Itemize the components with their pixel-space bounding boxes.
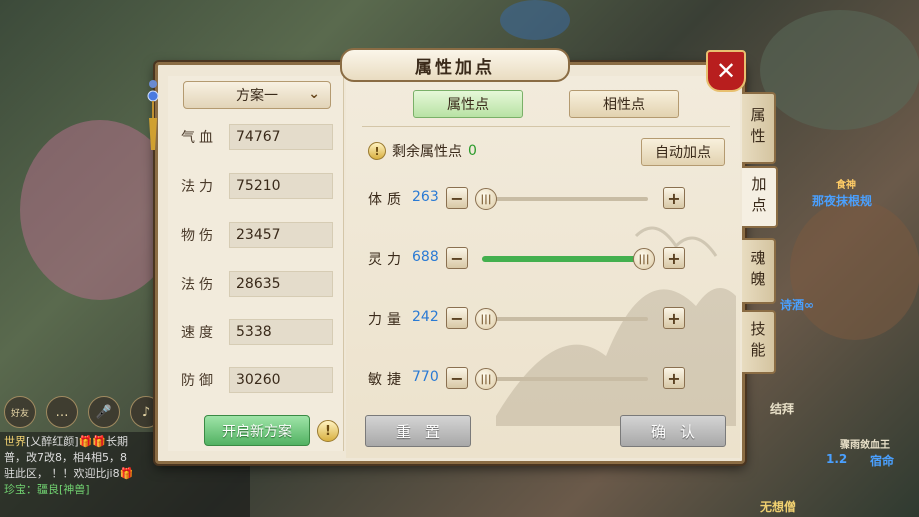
attr-value: 770 (412, 369, 439, 385)
auto-allocate-button[interactable]: 自动加点 (641, 138, 725, 166)
info-icon[interactable]: ! (317, 420, 339, 442)
attr-row-strength: 力量 242 − ||| + (368, 305, 688, 331)
stat-value: 28635 (229, 271, 333, 297)
reset-button[interactable]: 重置 (365, 415, 471, 447)
stat-row-speed: 速度 5338 (181, 319, 333, 345)
chat-text: [乂醉红颜]🎁🎁长期 (26, 435, 128, 448)
minus-button[interactable]: − (446, 187, 468, 209)
stat-label: 气血 (181, 130, 217, 146)
close-icon: ✕ (715, 57, 737, 85)
stat-value: 5338 (229, 319, 333, 345)
attr-label: 灵力 (368, 252, 406, 268)
tassel-decoration-icon (147, 80, 159, 150)
stat-label: 速度 (181, 325, 217, 341)
info-icon: ! (368, 142, 386, 160)
slider-track[interactable] (482, 197, 648, 201)
chat-text: 驻此区， ！！欢迎比ji8🎁 (4, 467, 134, 480)
stat-row-hp: 气血 74767 (181, 124, 333, 150)
stat-row-defense: 防御 30260 (181, 367, 333, 393)
scene-label-king: 骤雨敛血王 (840, 440, 890, 451)
attr-row-constitution: 体质 263 − ||| + (368, 185, 688, 211)
remaining-value: 0 (468, 143, 477, 159)
tab-attribute-points[interactable]: 属性点 (413, 90, 523, 118)
chat-line: 珍宝：疆良[神兽] (4, 482, 246, 498)
chat-channel-tag: 世界 (4, 435, 26, 448)
minus-button[interactable]: − (446, 367, 468, 389)
stat-label: 法伤 (181, 277, 217, 293)
minus-button[interactable]: − (446, 307, 468, 329)
scene-label-shijiu: 诗酒∞ (780, 298, 814, 312)
scheme-dropdown[interactable]: 方案一 ⌄ (183, 81, 331, 109)
scene-label-name: 那夜抹根规 (812, 194, 873, 208)
microphone-icon[interactable]: 🎤 (88, 396, 120, 428)
bottom-toolbar: 好友 … 🎤 ♪ (4, 396, 162, 428)
stat-label: 法力 (181, 179, 217, 195)
scene-label-level: 1.2 (826, 452, 848, 466)
stat-value: 30260 (229, 367, 333, 393)
chat-bubble-icon[interactable]: … (46, 396, 78, 428)
attr-row-spirit: 灵力 688 − ||| + (368, 245, 688, 271)
stat-value: 23457 (229, 222, 333, 248)
attr-label: 力量 (368, 312, 406, 328)
remaining-label: 剩余属性点 (392, 144, 462, 160)
scene-label-fate: 宿命 (870, 454, 895, 468)
stat-row-physical-damage: 物伤 23457 (181, 222, 333, 248)
divider (362, 126, 730, 127)
chat-text: 普，改7改8，相4相5，8 (4, 451, 127, 464)
dialog-title: 属性加点 (340, 48, 570, 82)
attr-value: 242 (412, 309, 439, 325)
slider-thumb[interactable]: ||| (475, 368, 497, 390)
attr-label: 体质 (368, 192, 406, 208)
friends-icon[interactable]: 好友 (4, 396, 36, 428)
attr-label: 敏捷 (368, 372, 406, 388)
scene-label-jiebai: 结拜 (770, 402, 795, 416)
plus-button[interactable]: + (663, 307, 685, 329)
close-button[interactable]: ✕ (706, 50, 746, 92)
slider-thumb[interactable]: ||| (475, 188, 497, 210)
scene-label-monk: 无想僧 (760, 500, 797, 514)
stat-label: 物伤 (181, 228, 217, 244)
slider-thumb[interactable]: ||| (633, 248, 655, 270)
slider-thumb[interactable]: ||| (475, 308, 497, 330)
slider-fill (482, 256, 648, 262)
scenery-rock (760, 10, 919, 130)
stat-value: 74767 (229, 124, 333, 150)
side-tab-attributes[interactable]: 属性 (742, 92, 776, 164)
confirm-button[interactable]: 确认 (620, 415, 726, 447)
side-tab-soul[interactable]: 魂魄 (742, 238, 776, 304)
scenery-portal (500, 0, 570, 40)
stat-row-magic-damage: 法伤 28635 (181, 271, 333, 297)
plus-button[interactable]: + (663, 247, 685, 269)
chevron-down-icon: ⌄ (308, 86, 320, 102)
chat-text: 珍宝：疆良[神兽] (4, 483, 90, 496)
plus-button[interactable]: + (663, 367, 685, 389)
remaining-points: ! 剩余属性点 0 (368, 141, 477, 161)
attr-row-agility: 敏捷 770 − ||| + (368, 365, 688, 391)
new-scheme-button[interactable]: 开启新方案 (204, 415, 310, 446)
slider-track[interactable] (482, 377, 648, 381)
attr-value: 688 (412, 249, 439, 265)
slider-track[interactable] (482, 317, 648, 321)
attr-value: 263 (412, 189, 439, 205)
plus-button[interactable]: + (663, 187, 685, 209)
stat-row-mp: 法力 75210 (181, 173, 333, 199)
stat-value: 75210 (229, 173, 333, 199)
side-tab-allocate[interactable]: 加点 (742, 166, 778, 228)
stat-label: 防御 (181, 373, 217, 389)
chat-line: 驻此区， ！！欢迎比ji8🎁 (4, 466, 246, 482)
slider-track[interactable] (482, 256, 648, 262)
tab-affinity-points[interactable]: 相性点 (569, 90, 679, 118)
scheme-dropdown-value: 方案一 (236, 88, 278, 104)
scene-label-chef: 食神 (836, 180, 856, 191)
minus-button[interactable]: − (446, 247, 468, 269)
scenery-roof (790, 200, 919, 340)
side-tab-skills[interactable]: 技能 (742, 310, 776, 374)
